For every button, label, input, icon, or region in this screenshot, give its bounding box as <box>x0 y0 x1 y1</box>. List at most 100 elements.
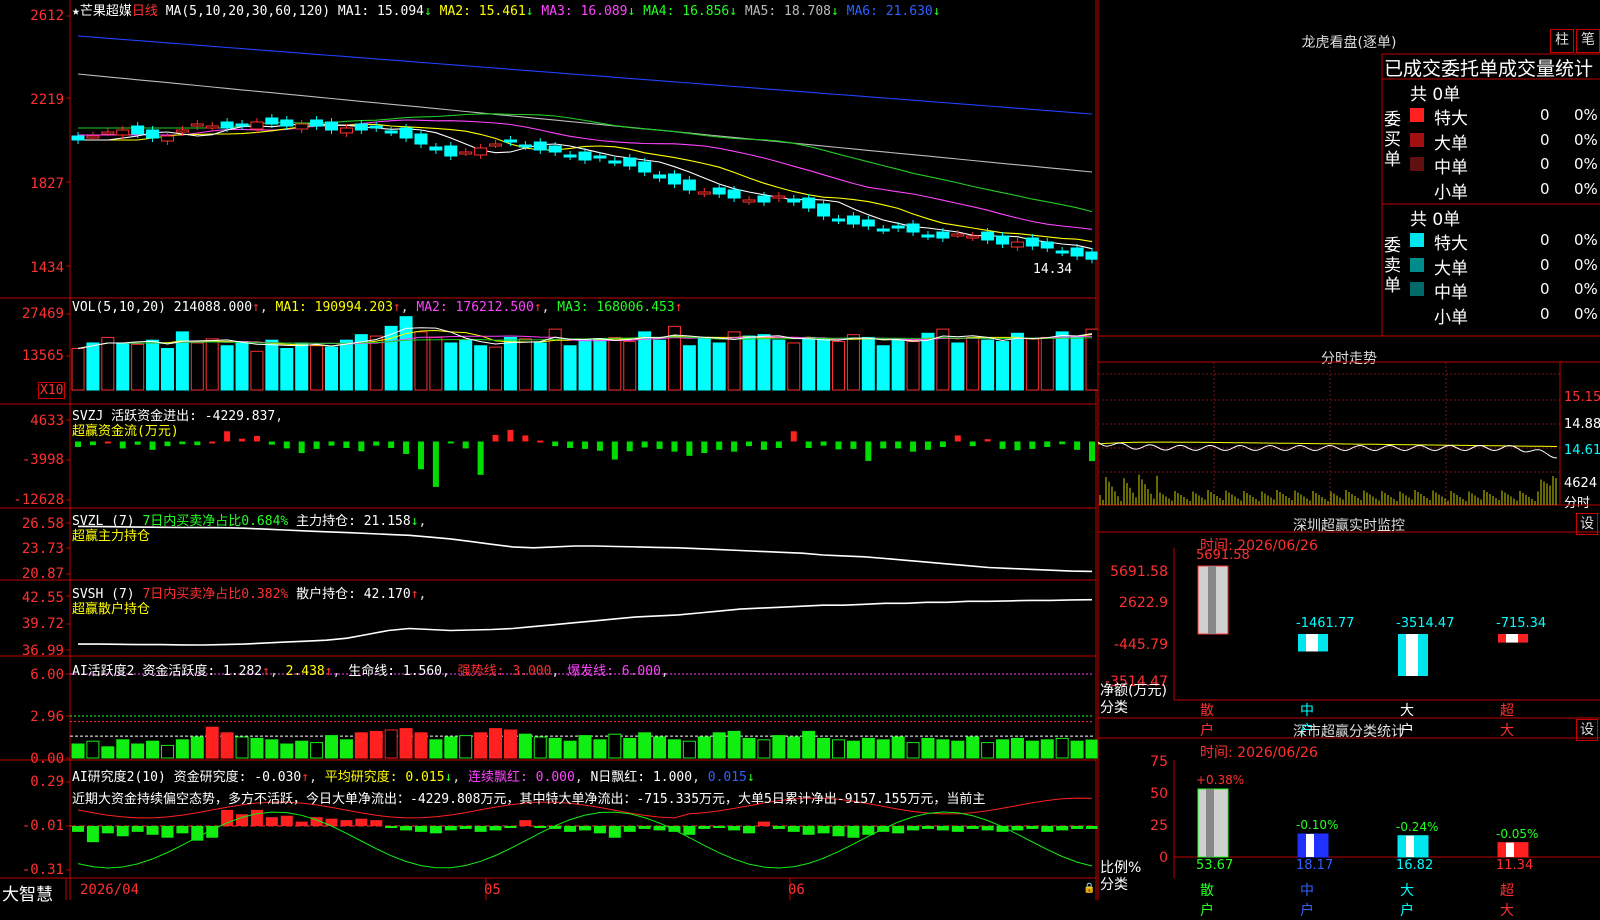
research-bar <box>683 826 696 835</box>
active-bar <box>429 739 443 759</box>
svzl-sub: 超赢主力持仓 <box>72 529 151 544</box>
ai-active-life: 生命线: 1.560 <box>348 664 443 679</box>
svsh-hold: 散户持仓: 42.170 <box>296 587 411 602</box>
research-bar <box>459 826 472 829</box>
volume-bar <box>533 342 547 391</box>
fundflow-bar <box>1029 441 1036 449</box>
candle <box>891 225 905 229</box>
volume-bar <box>966 336 980 391</box>
fundflow-bar <box>432 441 439 487</box>
volume-bar <box>414 331 428 391</box>
active-bar <box>832 739 845 759</box>
volume-bar <box>339 339 353 391</box>
active-bar <box>817 737 831 759</box>
candle <box>489 143 503 147</box>
candlestick-chart[interactable] <box>0 0 1099 900</box>
active-bar <box>1085 739 1099 759</box>
active-bar <box>667 739 681 759</box>
fundflow-bar <box>119 441 126 449</box>
fundflow-bar <box>1074 441 1081 450</box>
volume-bar <box>399 316 413 391</box>
xaxis-date-3: 06 <box>788 882 805 898</box>
active-bar <box>101 746 115 759</box>
research-bar <box>817 826 830 834</box>
volume-bar <box>802 336 816 391</box>
candle <box>131 125 145 135</box>
active-bar <box>712 732 726 759</box>
volume-bar <box>250 350 264 391</box>
research-bar <box>534 826 547 828</box>
volume-bar <box>1025 338 1039 391</box>
candle <box>817 203 831 217</box>
volume-bar <box>578 339 592 391</box>
candle <box>444 145 458 157</box>
volume-bar <box>369 335 383 391</box>
candle <box>354 123 368 131</box>
volume-bar <box>712 342 726 391</box>
fundflow-bar <box>224 431 231 442</box>
candle <box>146 129 160 139</box>
main-chart-area: ★芒果超媒日线 MA(5,10,20,30,60,120) MA1: 15.09… <box>0 0 1099 905</box>
research-bar <box>907 826 920 831</box>
fundflow-bar <box>969 441 976 447</box>
candle <box>384 130 398 134</box>
active-bar <box>981 742 995 759</box>
fundflow-bar <box>746 441 753 447</box>
candle <box>1055 250 1069 254</box>
research-bar <box>176 826 189 834</box>
fundflow-bar <box>209 441 216 444</box>
active-bar <box>1070 740 1084 759</box>
active-bar <box>250 737 264 759</box>
candle <box>787 198 801 203</box>
candle <box>1070 247 1084 257</box>
volume-bar <box>861 336 875 391</box>
fundflow-bar <box>567 441 574 448</box>
active-bar <box>891 736 905 759</box>
fundflow-bar <box>1044 441 1051 448</box>
active-bar <box>951 740 965 759</box>
ai-research-axis-3: -0.31 <box>21 862 64 878</box>
svsh-sub: 超赢散户持仓 <box>72 602 151 617</box>
candle <box>325 121 338 131</box>
research-bar <box>86 826 99 843</box>
research-bar <box>355 818 368 826</box>
active-bar <box>339 739 353 759</box>
candle <box>86 135 100 139</box>
candle <box>101 131 115 135</box>
fundflow-bar <box>75 441 81 448</box>
research-bar <box>385 826 398 828</box>
svsh-axis-3: 36.99 <box>21 643 64 659</box>
candle <box>474 147 488 156</box>
candle <box>682 179 696 191</box>
active-bar <box>578 735 592 759</box>
fundflow-bar <box>999 441 1006 449</box>
candle <box>981 231 995 241</box>
active-bar <box>608 733 622 759</box>
candle <box>667 173 681 185</box>
research-bar <box>370 820 383 826</box>
svzl-axis-1: 26.58 <box>21 516 64 532</box>
candle <box>533 141 547 151</box>
lock-icon[interactable]: 🔒 <box>1083 883 1095 894</box>
candle <box>1085 251 1099 260</box>
volume-bar <box>727 331 741 391</box>
volume-bar <box>190 342 204 391</box>
research-bar <box>1086 826 1098 829</box>
volume-bar <box>846 334 860 391</box>
fundflow-bar <box>716 441 723 450</box>
research-bar <box>862 826 875 835</box>
active-bar <box>474 732 488 759</box>
active-bar <box>384 729 398 759</box>
research-bar <box>564 826 577 832</box>
fundflow-bar <box>462 441 469 449</box>
ai-active-title: AI活跃度2 <box>72 664 135 679</box>
main-holding-line <box>77 525 1093 573</box>
research-bar <box>1041 826 1054 832</box>
fundflow-bar <box>134 441 141 445</box>
volume-bar <box>951 342 965 391</box>
fundflow-bar <box>328 441 335 446</box>
intraday-price-line <box>1097 441 1558 459</box>
candle <box>966 235 980 239</box>
vol-axis-1: 27469 <box>21 306 64 322</box>
fundflow-bar <box>671 441 678 452</box>
